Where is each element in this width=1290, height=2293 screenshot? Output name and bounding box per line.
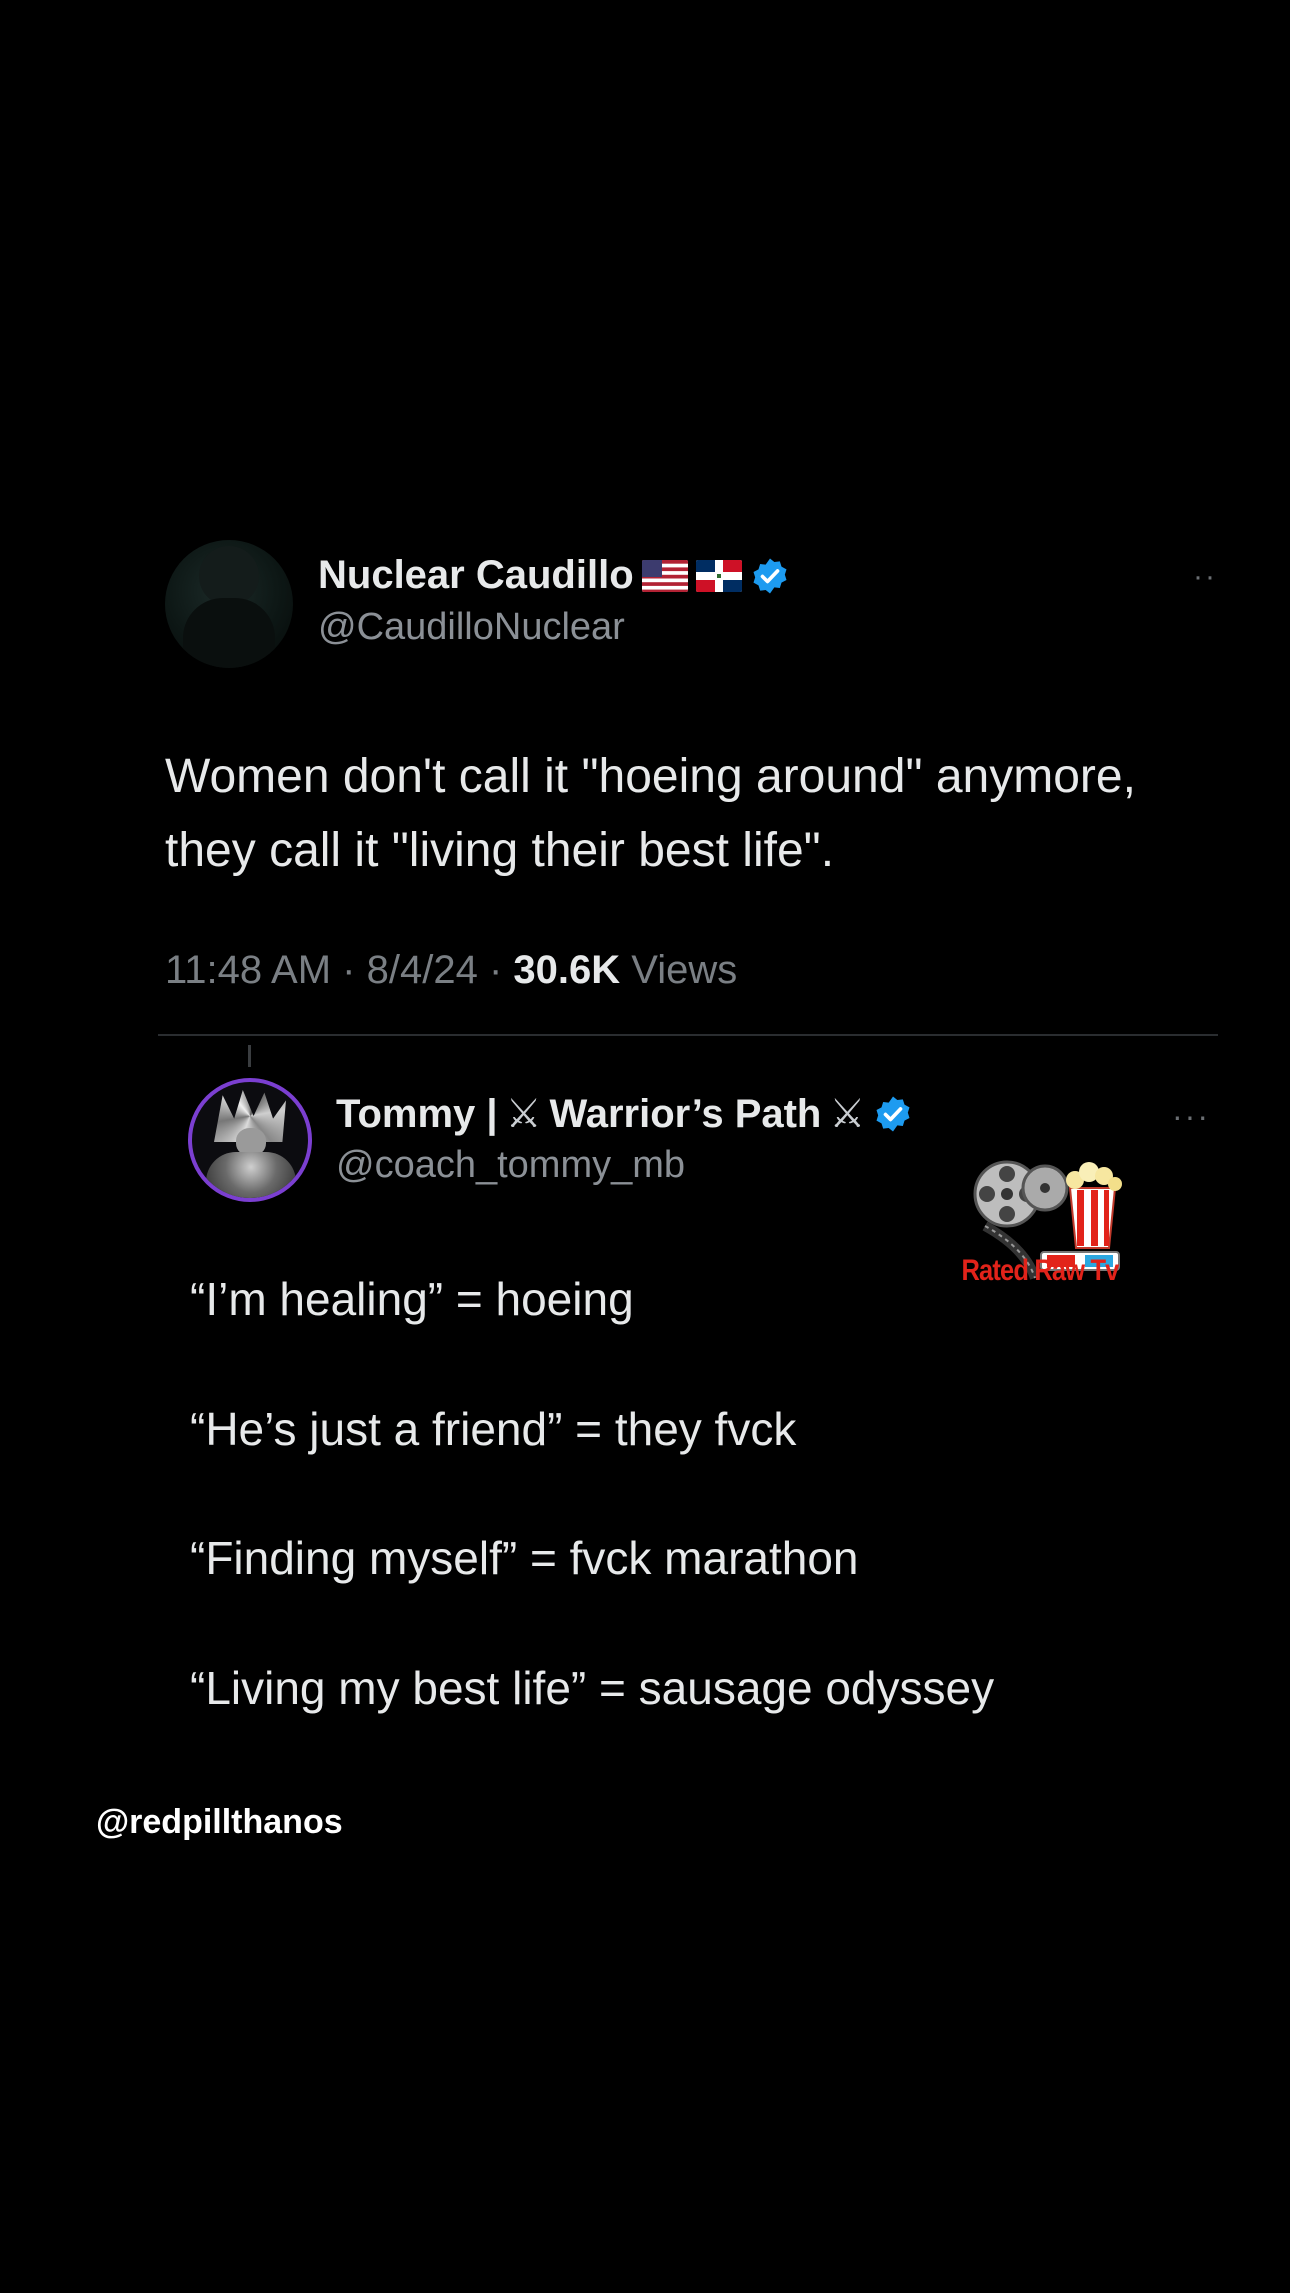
dominican-republic-flag-icon — [695, 559, 742, 592]
views-label: Views — [631, 948, 738, 992]
tweet-text: Women don't call it "hoeing around" anym… — [165, 740, 1215, 888]
tweet-text-line: Women don't call it "hoeing around" anym… — [165, 750, 1136, 803]
reply-text-line: “He’s just a friend” = they fvck — [190, 1403, 797, 1455]
reply-author-handle[interactable]: @coach_tommy_mb — [336, 1144, 685, 1187]
watermark-handle: @redpillthanos — [96, 1803, 343, 1841]
avatar-body — [206, 1152, 296, 1198]
reply-text-line: “Living my best life” = sausage odyssey — [190, 1662, 995, 1714]
verified-badge-icon — [873, 1094, 913, 1134]
tweet-date[interactable]: 8/4/24 — [367, 948, 478, 992]
verified-badge-icon — [750, 556, 790, 596]
more-options-icon[interactable]: ·· — [1193, 560, 1217, 594]
crossed-swords-icon: ⚔ — [505, 1092, 542, 1136]
us-flag-icon — [641, 559, 688, 592]
thread-connector — [248, 1045, 251, 1067]
tweet-author-row: Nuclear Caudillo — [318, 553, 790, 598]
avatar-coach-tommy[interactable] — [188, 1078, 312, 1202]
logo-text: Rated Raw Tv — [961, 1254, 1119, 1287]
tweet-time[interactable]: 11:48 AM — [165, 948, 331, 992]
author-handle[interactable]: @CaudilloNuclear — [318, 606, 625, 649]
tweet-text-line: they call it "living their best life". — [165, 824, 835, 877]
reply-author-row: Tommy | ⚔ Warrior’s Path ⚔ — [336, 1091, 913, 1137]
divider — [158, 1034, 1218, 1036]
reply-text-line: “I’m healing” = hoeing — [190, 1273, 634, 1325]
meta-separator: · — [488, 948, 503, 992]
views-count: 30.6K — [513, 948, 621, 992]
reply-author-name-prefix[interactable]: Tommy | — [336, 1092, 498, 1137]
avatar-head — [199, 546, 259, 606]
author-display-name[interactable]: Nuclear Caudillo — [318, 553, 634, 598]
meta-separator: · — [342, 948, 356, 992]
reply-text-line: “Finding myself” = fvck marathon — [190, 1532, 859, 1584]
reply-author-name-main[interactable]: Warrior’s Path — [549, 1092, 821, 1137]
tweet-metadata: 11:48 AM · 8/4/24 · 30.6K Views — [165, 948, 737, 993]
avatar-nuclear-caudillo[interactable] — [165, 540, 293, 668]
avatar-torso — [183, 598, 275, 668]
more-options-icon[interactable]: ··· — [1172, 1098, 1210, 1135]
crossed-swords-icon: ⚔ — [829, 1092, 866, 1136]
